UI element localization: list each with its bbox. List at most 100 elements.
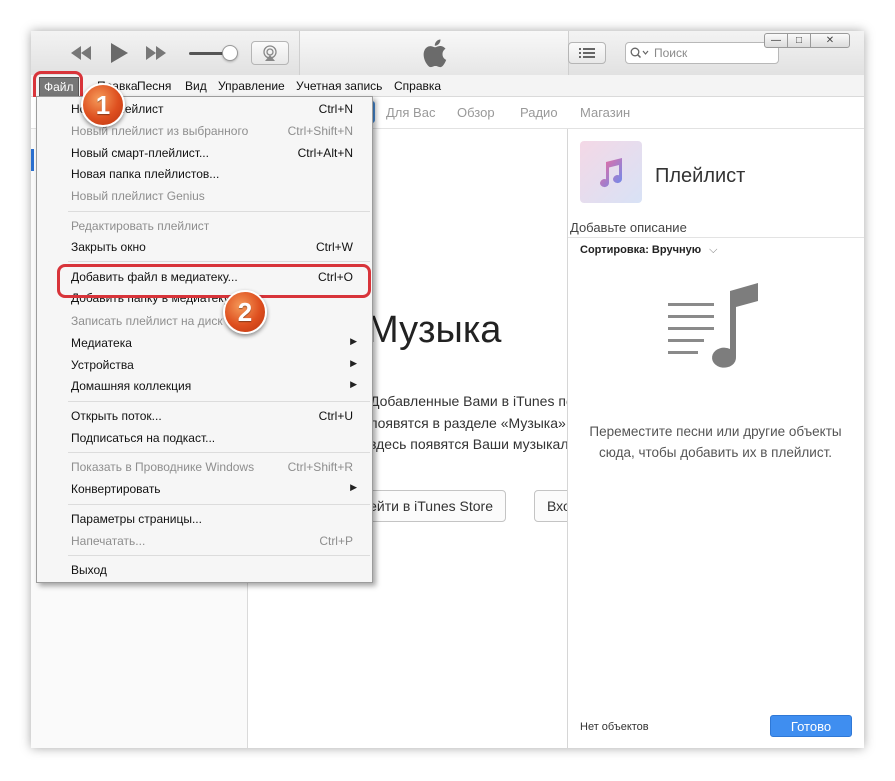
menu-file[interactable]: Файл xyxy=(39,77,79,97)
minimize-icon: — xyxy=(771,35,781,46)
sidebar-selection-indicator xyxy=(31,149,34,171)
menu-separator xyxy=(68,211,370,212)
submenu-arrow-icon: ▶ xyxy=(350,358,357,368)
menu-item-label: Параметры страницы... xyxy=(71,512,202,526)
menu-item-new-genius-playlist: Новый плейлист Genius xyxy=(71,188,353,206)
menu-item-subscribe-podcast[interactable]: Подписаться на подкаст... xyxy=(71,430,353,448)
menu-item-label: Новая папка плейлистов... xyxy=(71,167,220,181)
search-box[interactable] xyxy=(625,42,779,64)
menu-item-label: Закрыть окно xyxy=(71,240,146,254)
menu-separator xyxy=(68,452,370,453)
submenu-arrow-icon: ▶ xyxy=(350,379,357,389)
menu-item-label: Напечатать... xyxy=(71,534,146,548)
menu-item-devices[interactable]: Устройства ▶ xyxy=(71,357,357,375)
menu-item-shortcut: Ctrl+Alt+N xyxy=(297,146,353,160)
search-input[interactable] xyxy=(654,46,764,60)
step-2-badge: 2 xyxy=(223,290,267,334)
menu-item-label: Показать в Проводнике Windows xyxy=(71,460,255,474)
tab-browse[interactable]: Обзор xyxy=(457,105,495,120)
menu-item-exit[interactable]: Выход xyxy=(71,562,353,580)
menu-bar: Файл Правка Песня Вид Управление Учетная… xyxy=(31,71,864,104)
done-label: Готово xyxy=(790,718,832,734)
toolbar: — □ ✕ xyxy=(31,31,864,75)
menu-item-home-sharing[interactable]: Домашняя коллекция ▶ xyxy=(71,378,357,396)
up-next-list-button[interactable] xyxy=(568,42,606,64)
previous-track-button[interactable] xyxy=(69,43,93,63)
menu-view[interactable]: Вид xyxy=(185,79,207,93)
menu-item-shortcut: Ctrl+U xyxy=(318,409,353,423)
list-icon xyxy=(579,48,595,58)
menu-item-label: Устройства xyxy=(71,358,134,372)
menu-item-new-playlist-from-selection: Новый плейлист из выбранного Ctrl+Shift+N xyxy=(71,123,353,141)
menu-item-page-setup[interactable]: Параметры страницы... xyxy=(71,511,353,529)
menu-item-print: Напечатать... Ctrl+P xyxy=(71,533,353,551)
airplay-button[interactable] xyxy=(251,41,289,65)
menu-item-label: Записать плейлист на диск xyxy=(71,314,223,328)
menu-separator xyxy=(68,261,370,262)
close-icon: ✕ xyxy=(825,35,835,46)
store-login-label: Вход в iTunes Store xyxy=(547,498,567,514)
menu-controls[interactable]: Управление xyxy=(218,79,285,93)
minimize-button[interactable]: — xyxy=(764,33,788,48)
playlist-artwork[interactable] xyxy=(580,141,642,203)
main-text-line-3: здесь появятся Ваши музыкальные покупки,… xyxy=(370,436,567,452)
music-note-icon xyxy=(600,158,623,188)
page-title: Музыка xyxy=(367,309,502,351)
menu-item-new-smart-playlist[interactable]: Новый смарт-плейлист... Ctrl+Alt+N xyxy=(71,145,353,163)
menu-item-edit-playlist: Редактировать плейлист xyxy=(71,218,353,236)
now-playing-area xyxy=(299,31,569,75)
play-icon xyxy=(111,43,128,63)
menu-item-label: Домашняя коллекция xyxy=(71,379,192,393)
tab-store[interactable]: Магазин xyxy=(580,105,630,120)
sort-label: Сортировка: Вручную xyxy=(580,244,702,256)
menu-item-burn-playlist: Записать плейлист на диск xyxy=(71,313,353,331)
menu-item-label: Новый плейлист Genius xyxy=(71,189,205,203)
main-text-line-1: Добавленные Вами в iTunes песни и видеок… xyxy=(370,393,567,409)
tab-radio[interactable]: Радио xyxy=(520,105,558,120)
playlist-sort-dropdown[interactable]: Сортировка: Вручную ⌵ xyxy=(580,244,717,257)
store-login-button[interactable]: Вход в iTunes Store xyxy=(534,490,567,522)
item-count: Нет объектов xyxy=(580,721,649,733)
menu-item-label: Конвертировать xyxy=(71,482,161,496)
menu-item-shortcut: Ctrl+Shift+N xyxy=(287,124,353,138)
volume-slider-knob[interactable] xyxy=(222,45,238,61)
menu-separator xyxy=(68,555,370,556)
search-icon xyxy=(630,47,649,59)
submenu-arrow-icon: ▶ xyxy=(350,482,357,492)
menu-item-open-stream[interactable]: Открыть поток... Ctrl+U xyxy=(71,408,353,426)
rewind-icon xyxy=(71,46,91,60)
empty-playlist-hint: Переместите песни или другие объекты сюд… xyxy=(589,424,842,460)
next-track-button[interactable] xyxy=(144,43,168,63)
menu-song[interactable]: Песня xyxy=(137,79,171,93)
menu-item-label: Медиатека xyxy=(71,336,132,350)
menu-item-label: Новый смарт-плейлист... xyxy=(71,146,209,160)
menu-item-label: Выход xyxy=(71,563,107,577)
playlist-panel: Плейлист Добавьте описание Сортировка: В… xyxy=(567,129,864,748)
menu-item-shortcut: Ctrl+Shift+R xyxy=(287,460,353,474)
menu-item-library[interactable]: Медиатека ▶ xyxy=(71,335,357,353)
menu-item-shortcut: Ctrl+W xyxy=(316,240,353,254)
menu-item-close-window[interactable]: Закрыть окно Ctrl+W xyxy=(71,239,353,257)
menu-help[interactable]: Справка xyxy=(394,79,441,93)
submenu-arrow-icon: ▶ xyxy=(350,336,357,346)
playlist-title[interactable]: Плейлист xyxy=(655,165,745,188)
step-1-badge: 1 xyxy=(81,83,125,127)
menu-item-new-playlist-folder[interactable]: Новая папка плейлистов... xyxy=(71,166,353,184)
menu-item-label: Редактировать плейлист xyxy=(71,219,210,233)
file-dropdown-menu: Новый плейлистCtrl+N Новый плейлист из в… xyxy=(36,96,373,583)
close-button[interactable]: ✕ xyxy=(810,33,850,48)
tab-for-you[interactable]: Для Вас xyxy=(386,105,435,120)
menu-item-label: Подписаться на подкаст... xyxy=(71,431,216,445)
maximize-button[interactable]: □ xyxy=(787,33,811,48)
menu-separator xyxy=(68,401,370,402)
menu-account[interactable]: Учетная запись xyxy=(296,79,382,93)
menu-item-show-in-explorer: Показать в Проводнике Windows Ctrl+Shift+… xyxy=(71,459,353,477)
menu-item-shortcut: Ctrl+P xyxy=(319,534,353,548)
menu-item-convert[interactable]: Конвертировать ▶ xyxy=(71,481,357,499)
main-text-line-2: появятся в разделе «Музыка». После входа… xyxy=(370,415,567,431)
maximize-icon: □ xyxy=(795,35,803,46)
done-button[interactable]: Готово xyxy=(770,715,852,737)
playlist-description-field[interactable]: Добавьте описание xyxy=(568,220,864,238)
play-button[interactable] xyxy=(108,41,130,65)
fast-forward-icon xyxy=(146,46,166,60)
